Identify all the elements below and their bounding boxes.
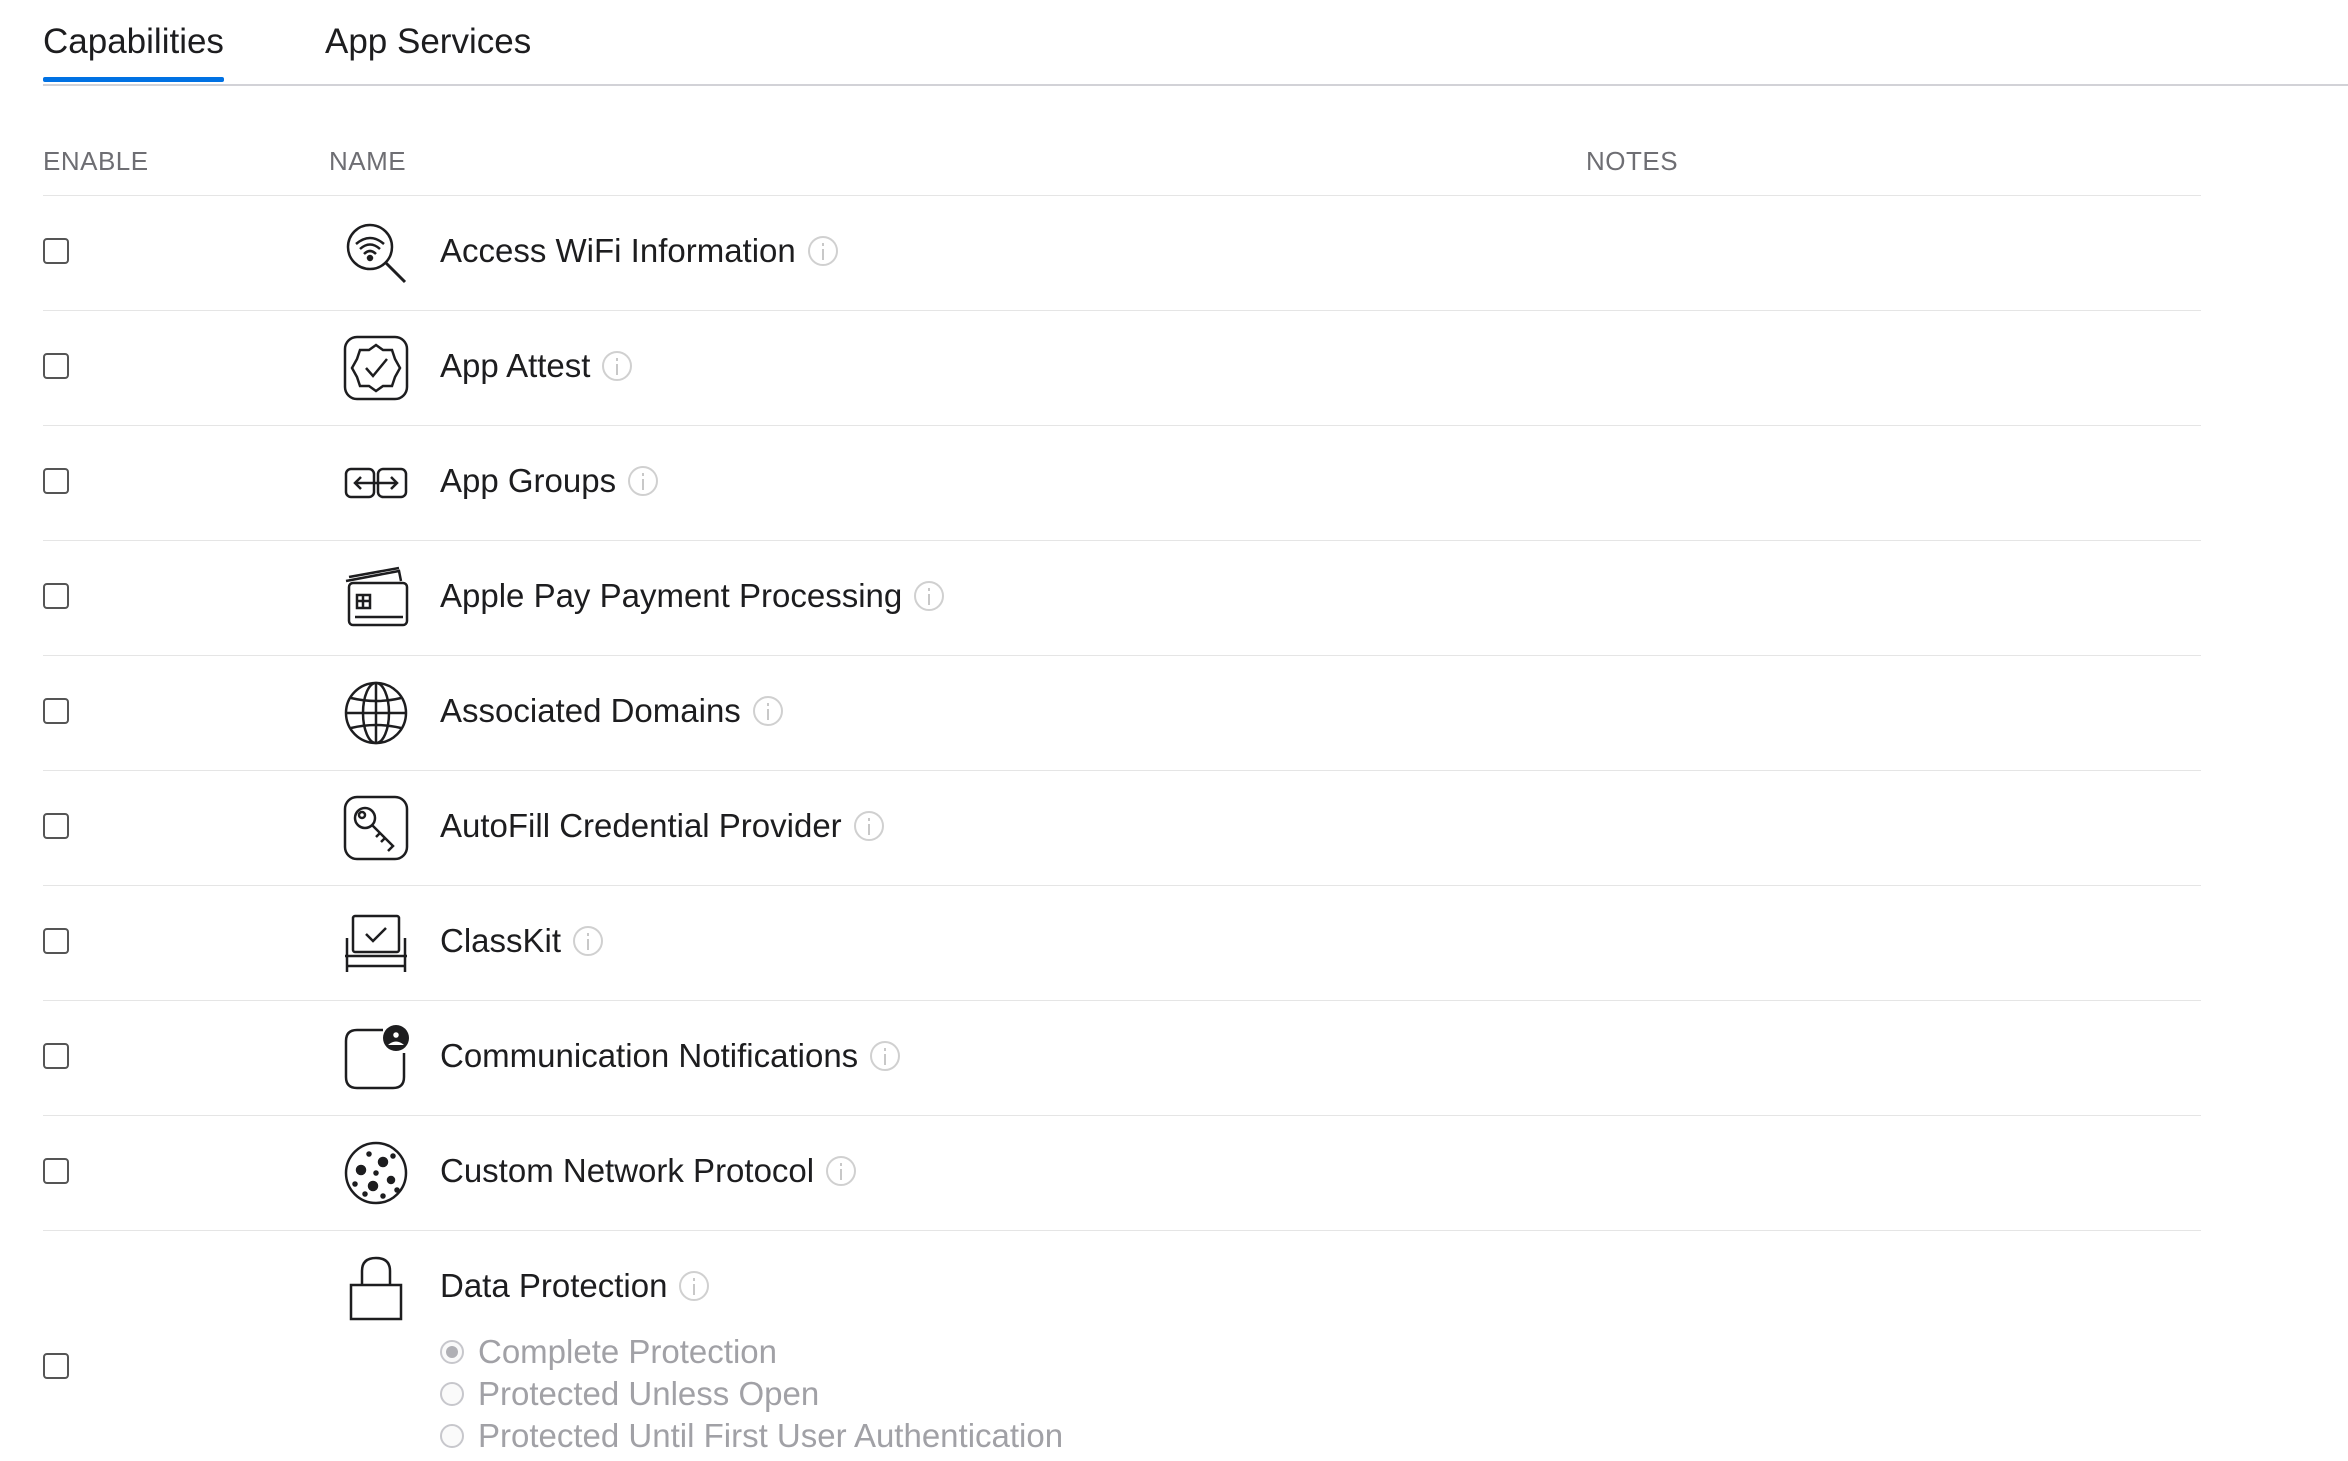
app-groups-icon — [343, 450, 409, 516]
capability-label: App Attest — [440, 347, 591, 384]
globe-icon — [343, 680, 409, 746]
lock-icon — [343, 1255, 409, 1321]
network-protocol-icon — [343, 1140, 409, 1206]
notes-column-header: NOTES — [1586, 146, 1679, 176]
info-icon[interactable] — [602, 351, 633, 381]
enable-checkbox[interactable] — [43, 813, 69, 839]
table-header: ENABLE NAME NOTES — [43, 86, 2201, 196]
capability-name: ClassKit — [440, 922, 604, 960]
table-row: Data Protection Complete Protection Prot… — [43, 1231, 2201, 1461]
communication-notification-icon — [343, 1025, 409, 1091]
capability-label: Data Protection — [440, 1267, 668, 1304]
radio-label: Protected Until First User Authenticatio… — [478, 1417, 1064, 1454]
capability-label: Communication Notifications — [440, 1037, 859, 1074]
enable-checkbox[interactable] — [43, 1158, 69, 1184]
capability-label: App Groups — [440, 462, 617, 499]
capability-label: Associated Domains — [440, 692, 741, 729]
table-row: App Attest — [43, 311, 2201, 426]
radio-button[interactable] — [440, 1340, 464, 1364]
info-icon[interactable] — [870, 1041, 901, 1071]
tab-bar: Capabilities App Services — [43, 0, 2348, 86]
table-row: Communication Notifications — [43, 1001, 2201, 1116]
verified-badge-icon — [343, 335, 409, 401]
info-icon[interactable] — [752, 696, 783, 726]
capability-label: AutoFill Credential Provider — [440, 807, 842, 844]
radio-label: Complete Protection — [478, 1333, 777, 1370]
capability-name: App Groups — [440, 462, 659, 500]
table-row: ClassKit — [43, 886, 2201, 1001]
protection-options: Complete Protection Protected Unless Ope… — [440, 1331, 1063, 1457]
table-row: Associated Domains — [43, 656, 2201, 771]
info-icon[interactable] — [573, 926, 604, 956]
radio-complete-protection[interactable]: Complete Protection — [440, 1331, 1063, 1373]
table-row: Custom Network Protocol — [43, 1116, 2201, 1231]
capability-label: Custom Network Protocol — [440, 1152, 815, 1189]
enable-column-header: ENABLE — [43, 146, 149, 176]
radio-button[interactable] — [440, 1424, 464, 1448]
capability-name: Associated Domains — [440, 692, 783, 730]
enable-checkbox[interactable] — [43, 928, 69, 954]
info-icon[interactable] — [628, 466, 659, 496]
name-column-header: NAME — [329, 146, 407, 176]
capability-name: AutoFill Credential Provider — [440, 807, 884, 845]
capability-name: Communication Notifications — [440, 1037, 901, 1075]
radio-protected-unless-open[interactable]: Protected Unless Open — [440, 1373, 1063, 1415]
radio-button[interactable] — [440, 1382, 464, 1406]
tab-app-services[interactable]: App Services — [325, 22, 531, 62]
info-icon[interactable] — [826, 1156, 857, 1186]
info-icon[interactable] — [807, 236, 838, 266]
table-row: Apple Pay Payment Processing — [43, 541, 2201, 656]
table-row: App Groups — [43, 426, 2201, 541]
capability-label: Access WiFi Information — [440, 232, 796, 269]
enable-checkbox[interactable] — [43, 468, 69, 494]
capability-name: App Attest — [440, 347, 633, 385]
capability-name: Custom Network Protocol — [440, 1152, 857, 1190]
info-icon[interactable] — [679, 1271, 710, 1301]
capability-label: ClassKit — [440, 922, 562, 959]
info-icon[interactable] — [914, 581, 945, 611]
tab-capabilities[interactable]: Capabilities — [43, 22, 224, 82]
radio-protected-until-first-auth[interactable]: Protected Until First User Authenticatio… — [440, 1415, 1063, 1457]
capabilities-table: ENABLE NAME NOTES Access WiFi Informatio… — [43, 86, 2201, 1461]
enable-checkbox[interactable] — [43, 1043, 69, 1069]
capability-label: Apple Pay Payment Processing — [440, 577, 903, 614]
enable-checkbox[interactable] — [43, 583, 69, 609]
enable-checkbox[interactable] — [43, 353, 69, 379]
radio-label: Protected Unless Open — [478, 1375, 820, 1412]
capability-name: Data Protection — [440, 1267, 710, 1305]
key-icon — [343, 795, 409, 861]
credit-cards-icon — [343, 565, 409, 631]
enable-checkbox[interactable] — [43, 1353, 69, 1379]
table-row: AutoFill Credential Provider — [43, 771, 2201, 886]
table-row: Access WiFi Information — [43, 196, 2201, 311]
classkit-icon — [343, 910, 409, 976]
capability-name: Access WiFi Information — [440, 232, 838, 270]
enable-checkbox[interactable] — [43, 698, 69, 724]
wifi-search-icon — [343, 220, 409, 286]
capability-name: Apple Pay Payment Processing — [440, 577, 945, 615]
enable-checkbox[interactable] — [43, 238, 69, 264]
info-icon[interactable] — [853, 811, 884, 841]
